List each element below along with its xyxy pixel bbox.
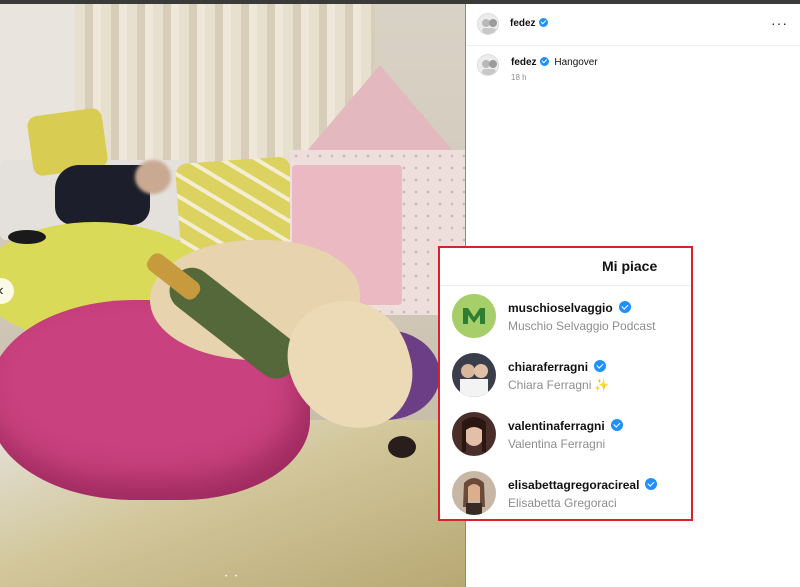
caption-avatar[interactable] bbox=[477, 54, 499, 76]
photo-dog-nose bbox=[388, 436, 416, 458]
post-timestamp[interactable]: 18 h bbox=[511, 73, 527, 82]
author-avatar[interactable] bbox=[477, 13, 499, 35]
chiara-photo-icon bbox=[452, 353, 496, 397]
caption-text: Hangover bbox=[554, 57, 598, 68]
like-username-text[interactable]: elisabettagregoracireal bbox=[508, 478, 639, 492]
post-header: fedez ··· bbox=[466, 4, 800, 46]
like-list-item[interactable]: muschioselvaggio Muschio Selvaggio Podca… bbox=[452, 292, 687, 342]
photo-blurred-face bbox=[135, 160, 171, 194]
valentina-photo-icon bbox=[452, 412, 496, 456]
like-full-name: Muschio Selvaggio Podcast bbox=[508, 319, 656, 333]
like-full-name-text: Chiara Ferragni bbox=[508, 378, 592, 392]
likes-dialog-title: Mi piace bbox=[602, 258, 658, 274]
verified-icon bbox=[594, 360, 607, 372]
like-list-item[interactable]: elisabettagregoracireal Elisabetta Grego… bbox=[452, 469, 687, 519]
verified-icon bbox=[538, 18, 548, 27]
photo-toy-eye bbox=[8, 230, 46, 244]
like-list-item[interactable]: valentinaferragni Valentina Ferragni bbox=[452, 410, 687, 460]
like-full-name: Elisabetta Gregoraci bbox=[508, 496, 617, 510]
user-avatar[interactable] bbox=[452, 471, 496, 515]
user-avatar[interactable] bbox=[452, 353, 496, 397]
verified-icon bbox=[618, 301, 631, 313]
carousel-dots: • • bbox=[225, 574, 240, 580]
user-avatar[interactable] bbox=[452, 294, 496, 338]
muschio-logo-icon bbox=[452, 294, 496, 338]
likes-dialog-header: Mi piace bbox=[440, 248, 691, 286]
like-username[interactable]: chiaraferragni bbox=[508, 360, 607, 374]
author-username[interactable]: fedez bbox=[510, 18, 548, 29]
more-options-icon[interactable]: ··· bbox=[771, 15, 788, 31]
like-username-text[interactable]: muschioselvaggio bbox=[508, 301, 613, 315]
user-avatar[interactable] bbox=[452, 412, 496, 456]
verified-icon bbox=[539, 57, 549, 66]
post-caption: fedez Hangover bbox=[511, 57, 598, 68]
like-username-text[interactable]: valentinaferragni bbox=[508, 419, 605, 433]
post-photo: • • bbox=[0, 0, 465, 587]
avatar-illustration-icon bbox=[482, 19, 497, 34]
elisabetta-photo-icon bbox=[452, 471, 496, 515]
like-list-item[interactable]: chiaraferragni Chiara Ferragni ✨ bbox=[452, 351, 687, 401]
author-username-text[interactable]: fedez bbox=[510, 18, 536, 29]
caption-username[interactable]: fedez bbox=[511, 57, 537, 68]
verified-icon bbox=[645, 478, 658, 490]
like-username[interactable]: valentinaferragni bbox=[508, 419, 623, 433]
like-username-text[interactable]: chiaraferragni bbox=[508, 360, 588, 374]
like-username[interactable]: muschioselvaggio bbox=[508, 301, 631, 315]
like-full-name: Valentina Ferragni bbox=[508, 437, 606, 451]
avatar-illustration-icon bbox=[482, 60, 497, 75]
sparkle-icon: ✨ bbox=[594, 378, 610, 392]
verified-icon bbox=[610, 419, 623, 431]
like-username[interactable]: elisabettagregoracireal bbox=[508, 478, 658, 492]
like-full-name: Chiara Ferragni ✨ bbox=[508, 378, 609, 392]
likes-dialog: Mi piace muschioselvaggio Muschio Selvag… bbox=[438, 246, 693, 521]
